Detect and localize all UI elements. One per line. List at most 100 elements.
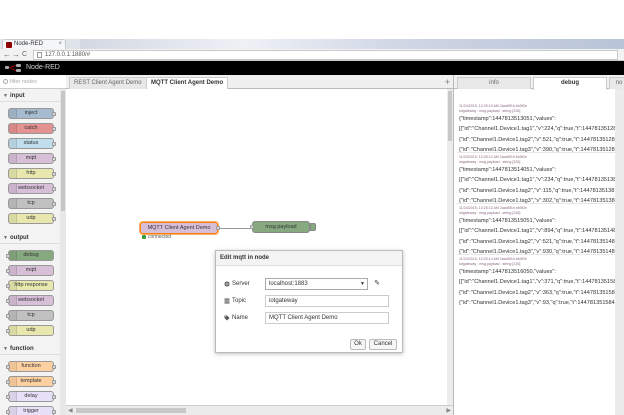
canvas-horizontal-scrollbar[interactable]: ◀ ▶ bbox=[66, 405, 453, 415]
palette-node-trigger[interactable]: trigger bbox=[6, 406, 56, 415]
input-port bbox=[6, 314, 10, 318]
input-port bbox=[6, 395, 10, 399]
debug-toggle-button[interactable] bbox=[310, 223, 316, 231]
node-type-icon bbox=[9, 139, 17, 148]
node-type-icon bbox=[9, 296, 17, 305]
output-port bbox=[52, 142, 56, 146]
input-port[interactable] bbox=[250, 225, 254, 229]
ok-button[interactable]: Ok bbox=[350, 339, 366, 350]
palette-node-udp[interactable]: udp bbox=[6, 325, 54, 336]
palette-node-function[interactable]: function bbox=[6, 361, 56, 372]
server-label-text: Server bbox=[232, 281, 250, 287]
palette-node-catch[interactable]: catch bbox=[8, 123, 56, 134]
debug-messages: 11/24/2015, 10:25:10 AM 2aad5f1b.bb5f2e i… bbox=[454, 89, 624, 415]
reload-icon[interactable]: C bbox=[22, 50, 27, 60]
palette-node-mqtt[interactable]: mqtt bbox=[8, 153, 56, 164]
cancel-button[interactable]: Cancel bbox=[369, 339, 397, 350]
palette-node-websocket[interactable]: websocket bbox=[8, 183, 56, 194]
palette-node-label: udp bbox=[26, 215, 36, 221]
palette-node-label: websocket bbox=[18, 185, 44, 191]
palette-node-label: mqtt bbox=[25, 155, 37, 161]
topic-row: Topic iotgateway bbox=[224, 295, 400, 307]
palette-node-status[interactable]: status bbox=[8, 138, 56, 149]
input-port bbox=[6, 410, 10, 414]
flow-wire[interactable] bbox=[218, 228, 250, 229]
input-port bbox=[6, 269, 10, 273]
palette-node-delay[interactable]: delay bbox=[6, 391, 56, 402]
forward-arrow-icon[interactable]: → bbox=[12, 50, 20, 60]
server-select[interactable]: localhost:1883 ▼ bbox=[265, 278, 368, 290]
name-row: Name MQTT Client Agent Demo bbox=[224, 312, 400, 324]
scroll-right-icon[interactable]: ▶ bbox=[446, 407, 451, 414]
browser-tab-strip: Node-RED × bbox=[0, 39, 624, 49]
node-type-icon bbox=[9, 184, 17, 193]
screenshot-root: Node-RED × ← → C 127.0.0.1:1880/# Node-R… bbox=[0, 0, 624, 415]
palette-node-http[interactable]: http bbox=[8, 168, 56, 179]
palette-search-placeholder: filter nodes bbox=[10, 79, 37, 85]
node-type-icon bbox=[9, 311, 17, 320]
tab-info[interactable]: info bbox=[457, 77, 531, 89]
palette-node-http-response[interactable]: http response bbox=[6, 280, 54, 291]
debug-node[interactable]: msg.payload bbox=[250, 221, 316, 233]
edit-server-pencil-icon[interactable]: ✎ bbox=[372, 278, 382, 290]
tab-nodes[interactable]: no bbox=[609, 77, 624, 89]
server-select-value: localhost:1883 bbox=[269, 281, 308, 287]
node-type-icon bbox=[9, 407, 17, 415]
debug-message[interactable]: 11/24/2015, 10:25:13 AM 2aad5f1b.bb5f2e i… bbox=[459, 206, 624, 258]
debug-message[interactable]: 11/24/2015, 10:25:14 AM 2aad5f1b.bb5f2e i… bbox=[459, 257, 624, 309]
node-status: connected bbox=[142, 234, 171, 240]
output-port bbox=[52, 410, 56, 414]
mqtt-in-node[interactable]: MQTT Client Agent Demo bbox=[140, 222, 220, 234]
debug-message[interactable]: 11/24/2015, 10:25:12 AM 2aad5f1b.bb5f2e i… bbox=[459, 155, 624, 207]
topic-label: Topic bbox=[224, 295, 264, 307]
canvas-hscroll-thumb[interactable] bbox=[76, 408, 186, 413]
back-arrow-icon[interactable]: ← bbox=[3, 50, 11, 60]
palette-node-label: http response bbox=[14, 282, 48, 288]
palette-category-function[interactable]: ▼ function bbox=[0, 343, 60, 355]
palette-scroll-thumb[interactable] bbox=[61, 91, 65, 211]
palette-search-input[interactable]: filter nodes bbox=[0, 75, 66, 89]
palette-node-websocket[interactable]: websocket bbox=[6, 295, 54, 306]
palette-category-input[interactable]: ▼ input bbox=[0, 90, 60, 102]
debug-message-payload-line: {"id":"Channel1.Device1.tag2","v":521,"q… bbox=[459, 136, 624, 143]
add-tab-icon[interactable]: + bbox=[445, 76, 450, 88]
debug-message-payload-line: {"id":"Channel1.Device1.tag3","v":93,"q"… bbox=[459, 300, 624, 307]
tab-rest-client-agent-demo[interactable]: REST Client Agent Demo bbox=[69, 77, 147, 89]
tasks-icon bbox=[224, 298, 230, 304]
topic-input[interactable]: iotgateway bbox=[265, 295, 389, 307]
scroll-left-icon[interactable]: ◀ bbox=[68, 407, 73, 414]
flow-canvas[interactable]: MQTT Client Agent Demo connected msg.pay… bbox=[66, 89, 447, 405]
canvas-vscroll-thumb[interactable] bbox=[448, 91, 452, 141]
palette-node-label: debug bbox=[23, 252, 39, 258]
name-input[interactable]: MQTT Client Agent Demo bbox=[265, 312, 389, 324]
search-icon bbox=[3, 79, 8, 84]
node-type-icon bbox=[9, 199, 17, 208]
sidebar-scrollbar[interactable] bbox=[615, 89, 624, 415]
output-port[interactable] bbox=[216, 226, 220, 230]
palette-node-debug[interactable]: debug bbox=[6, 250, 54, 261]
input-port bbox=[6, 380, 10, 384]
palette-category-output[interactable]: ▼ output bbox=[0, 232, 60, 244]
debug-message-payload-line: [{"id":"Channel1.Device1.tag1","v":371,"… bbox=[459, 279, 624, 286]
page-icon bbox=[37, 52, 42, 58]
palette-node-mqtt[interactable]: mqtt bbox=[6, 265, 54, 276]
mqtt-in-node-label: MQTT Client Agent Demo bbox=[147, 225, 211, 231]
address-bar[interactable]: 127.0.0.1:1880/# bbox=[33, 50, 618, 60]
palette-node-tcp[interactable]: tcp bbox=[8, 198, 56, 209]
dialog-title: Edit mqtt in node bbox=[216, 251, 402, 266]
debug-message-payload-line: {"id":"Channel1.Device1.tag2","v":115,"q… bbox=[459, 187, 624, 194]
debug-node-label: msg.payload bbox=[265, 224, 297, 230]
palette-node-inject[interactable]: inject bbox=[8, 108, 56, 119]
close-tab-icon[interactable]: × bbox=[58, 40, 62, 49]
palette-node-label: inject bbox=[24, 110, 38, 116]
browser-tab[interactable]: Node-RED × bbox=[2, 39, 66, 49]
palette-node-tcp[interactable]: tcp bbox=[6, 310, 54, 321]
debug-message[interactable]: 11/24/2015, 10:25:10 AM 2aad5f1b.bb5f2e i… bbox=[459, 104, 624, 156]
name-label: Name bbox=[224, 312, 264, 324]
debug-message-payload-line: {"id":"Channel1.Device1.tag2","v":363,"q… bbox=[459, 289, 624, 296]
node-type-icon bbox=[9, 251, 17, 260]
node-red-favicon-icon bbox=[6, 42, 12, 48]
palette-node-udp[interactable]: udp bbox=[8, 213, 56, 224]
palette-node-template[interactable]: template bbox=[6, 376, 56, 387]
node-status-text: connected bbox=[148, 234, 172, 240]
